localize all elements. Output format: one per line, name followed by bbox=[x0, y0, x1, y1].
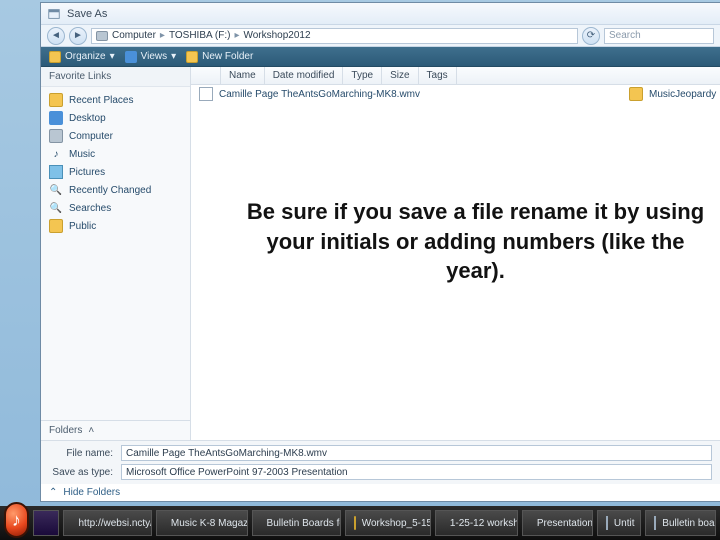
breadcrumb-seg[interactable]: Workshop2012 bbox=[243, 30, 310, 41]
col-tags[interactable]: Tags bbox=[419, 67, 457, 84]
sidebar-item-searches[interactable]: 🔍Searches bbox=[41, 199, 190, 217]
taskbar-item[interactable]: Music K-8 Magazin... bbox=[156, 510, 248, 536]
sidebar-item-computer[interactable]: Computer bbox=[41, 127, 190, 145]
music-icon: ♪ bbox=[49, 147, 63, 161]
start-button[interactable]: ♪ bbox=[4, 502, 29, 538]
column-headers[interactable]: Name Date modified Type Size Tags bbox=[191, 67, 720, 85]
sidebar-item-music[interactable]: ♪Music bbox=[41, 145, 190, 163]
sidebar-item-desktop[interactable]: Desktop bbox=[41, 109, 190, 127]
sidebar-item-recent-places[interactable]: Recent Places bbox=[41, 91, 190, 109]
new-folder-button[interactable]: New Folder bbox=[186, 51, 253, 63]
sidebar-item-pictures[interactable]: Pictures bbox=[41, 163, 190, 181]
favorites-header: Favorite Links bbox=[41, 67, 190, 87]
save-as-dialog: Save As ◄ ► Computer▸ TOSHIBA (F:)▸ Work… bbox=[40, 2, 720, 502]
refresh-button[interactable]: ⟳ bbox=[582, 27, 600, 45]
search-input[interactable]: Search bbox=[604, 28, 714, 44]
chevron-up-icon: ˄ bbox=[88, 425, 94, 436]
breadcrumb[interactable]: Computer▸ TOSHIBA (F:)▸ Workshop2012 bbox=[91, 28, 578, 44]
col-name[interactable]: Name bbox=[221, 67, 265, 84]
quicklaunch[interactable] bbox=[33, 510, 60, 536]
sidebar: Favorite Links Recent Places Desktop Com… bbox=[41, 67, 191, 440]
address-bar: ◄ ► Computer▸ TOSHIBA (F:)▸ Workshop2012… bbox=[41, 25, 720, 47]
pictures-icon bbox=[49, 165, 63, 179]
taskbar-item[interactable]: 1-25-12 workshop bbox=[435, 510, 518, 536]
saveastype-label: Save as type: bbox=[49, 467, 113, 478]
taskbar-item[interactable]: Presentation2 bbox=[522, 510, 593, 536]
col-size[interactable]: Size bbox=[382, 67, 418, 84]
forward-button[interactable]: ► bbox=[69, 27, 87, 45]
sidebar-item-recently-changed[interactable]: 🔍Recently Changed bbox=[41, 181, 190, 199]
window-title: Save As bbox=[67, 8, 107, 20]
toolbar: Organize ▾ Views ▾ New Folder bbox=[41, 47, 720, 67]
search-placeholder: Search bbox=[609, 30, 641, 41]
recent-icon: 🔍 bbox=[49, 183, 63, 197]
col-type[interactable]: Type bbox=[343, 67, 382, 84]
views-button[interactable]: Views ▾ bbox=[125, 51, 177, 63]
instruction-overlay: Be sure if you save a file rename it by … bbox=[241, 197, 710, 286]
search-icon: 🔍 bbox=[49, 201, 63, 215]
taskbar: ♪ http://websi.ncty/a... Music K-8 Magaz… bbox=[0, 506, 720, 540]
file-icon bbox=[199, 87, 213, 101]
chevron-up-icon: ⌃ bbox=[49, 487, 57, 498]
taskbar-item[interactable]: Bulletin board bbox=[645, 510, 716, 536]
folders-toggle[interactable]: Folders˄ bbox=[41, 420, 190, 440]
col-date[interactable]: Date modified bbox=[265, 67, 344, 84]
clock-icon bbox=[49, 93, 63, 107]
drive-icon bbox=[49, 129, 63, 143]
breadcrumb-seg[interactable]: TOSHIBA (F:) bbox=[169, 30, 231, 41]
doc-icon bbox=[606, 516, 608, 530]
titlebar: Save As bbox=[41, 3, 720, 25]
filename-label: File name: bbox=[49, 448, 113, 459]
sidebar-item-public[interactable]: Public bbox=[41, 217, 190, 235]
breadcrumb-seg[interactable]: Computer bbox=[112, 30, 156, 41]
folder-icon bbox=[354, 516, 356, 530]
folder-icon bbox=[96, 31, 108, 41]
folder-icon bbox=[49, 219, 63, 233]
doc-icon bbox=[654, 516, 656, 530]
app-icon bbox=[47, 7, 61, 21]
taskbar-item[interactable]: Workshop_5-15-12 bbox=[345, 510, 431, 536]
back-button[interactable]: ◄ bbox=[47, 27, 65, 45]
folder-icon bbox=[629, 87, 643, 101]
filename-input[interactable]: Camille Page TheAntsGoMarching-MK8.wmv bbox=[121, 445, 712, 461]
save-fields: File name: Camille Page TheAntsGoMarchin… bbox=[41, 440, 720, 484]
taskbar-item[interactable]: Untit bbox=[597, 510, 641, 536]
file-list: Name Date modified Type Size Tags Camill… bbox=[191, 67, 720, 440]
desktop-icon bbox=[49, 111, 63, 125]
hide-folders-button[interactable]: ⌃ Hide Folders bbox=[41, 484, 720, 501]
file-row[interactable]: MusicJeopardy bbox=[621, 85, 720, 103]
taskbar-item[interactable]: Bulletin Boards for... bbox=[252, 510, 341, 536]
organize-button[interactable]: Organize ▾ bbox=[49, 51, 115, 63]
saveastype-input[interactable]: Microsoft Office PowerPoint 97-2003 Pres… bbox=[121, 464, 712, 480]
favorites-list: Recent Places Desktop Computer ♪Music Pi… bbox=[41, 87, 190, 420]
taskbar-item[interactable]: http://websi.ncty/a... bbox=[63, 510, 151, 536]
